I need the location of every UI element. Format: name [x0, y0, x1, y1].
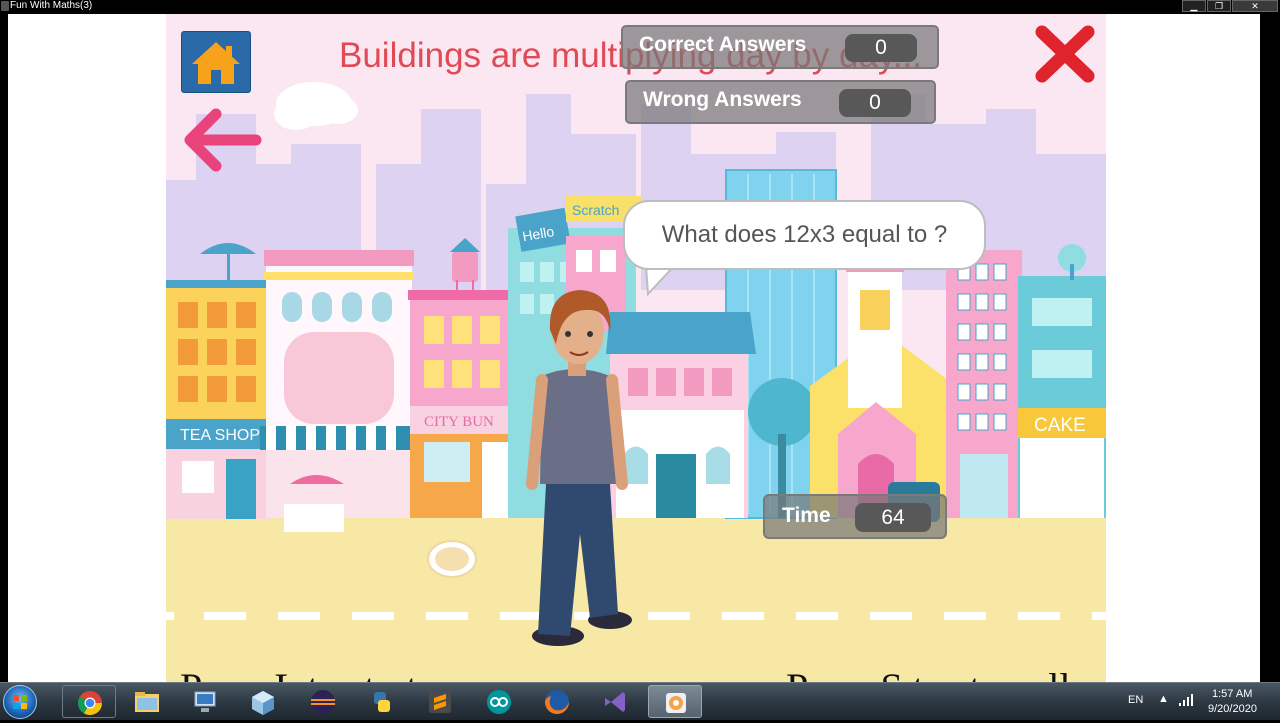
- eclipse-icon: [311, 690, 335, 714]
- start-button[interactable]: [3, 685, 37, 719]
- windows-logo-icon: [13, 695, 27, 709]
- taskbar-visual-studio[interactable]: [588, 685, 642, 718]
- back-arrow-icon: [184, 108, 262, 172]
- taskbar-network[interactable]: [178, 685, 232, 718]
- scratch-sign: Scratch: [572, 202, 619, 218]
- window-title: Fun With Maths(3): [10, 0, 93, 11]
- show-hidden-icons[interactable]: ▲: [1158, 693, 1169, 705]
- app-icon: [1, 1, 9, 11]
- signal-icon[interactable]: [1178, 693, 1194, 707]
- wrong-answers-label: Wrong Answers: [643, 88, 802, 111]
- start-instruction: Press L to start: [180, 664, 417, 682]
- question-text: What does 12x3 equal to ?: [661, 221, 948, 248]
- taskbar-python[interactable]: [355, 685, 409, 718]
- minimize-button[interactable]: ▁: [1182, 0, 1206, 12]
- wrong-answers-value: 0: [839, 89, 911, 117]
- taskbar-firefox[interactable]: [530, 685, 584, 718]
- taskbar: EN ▲ 1:57 AM 9/20/2020: [0, 682, 1280, 720]
- taskbar-eclipse[interactable]: [296, 685, 350, 718]
- taskbar-arduino[interactable]: [472, 685, 526, 718]
- city-bun-sign: CITY BUN: [424, 414, 494, 430]
- tea-shop-sign: TEA SHOP: [180, 427, 260, 444]
- question-speech-bubble: What does 12x3 equal to ?: [623, 200, 986, 270]
- time-value: 64: [855, 503, 931, 532]
- window-title-bar: Fun With Maths(3) ▁ ❐ ✕: [0, 0, 1280, 14]
- cake-sign: CAKE: [1034, 415, 1086, 436]
- firefox-icon: [545, 690, 569, 714]
- taskbar-scratch[interactable]: [648, 685, 702, 718]
- close-icon: [1035, 25, 1095, 83]
- network-computer-icon: [194, 691, 216, 712]
- clock-date[interactable]: 9/20/2020: [1208, 703, 1257, 715]
- correct-answers-panel: Correct Answers 0: [621, 25, 939, 69]
- 3d-box-icon: [252, 691, 274, 715]
- visual-studio-icon: [605, 692, 625, 712]
- taskbar-file-explorer[interactable]: [120, 685, 174, 718]
- taskbar-sublime[interactable]: [413, 685, 467, 718]
- correct-answers-label: Correct Answers: [639, 33, 807, 56]
- game-stage: TEA SHOP CITY BUN CAKE Hello Scratch Bui…: [166, 14, 1106, 682]
- back-button[interactable]: [182, 108, 262, 172]
- arduino-icon: [487, 690, 511, 714]
- timer-panel: Time 64: [763, 494, 947, 539]
- clock-time[interactable]: 1:57 AM: [1212, 688, 1252, 700]
- window-close-button[interactable]: ✕: [1232, 0, 1278, 12]
- home-icon: [192, 42, 240, 84]
- scratch-app-icon: [666, 693, 686, 713]
- home-button[interactable]: [181, 31, 251, 93]
- language-indicator[interactable]: EN: [1128, 694, 1143, 706]
- taskbar-3d-app[interactable]: [236, 685, 290, 718]
- wrong-answers-panel: Wrong Answers 0: [625, 80, 936, 124]
- sublime-text-icon: [429, 691, 451, 713]
- restore-button[interactable]: ❐: [1207, 0, 1231, 12]
- time-label: Time: [782, 504, 831, 527]
- close-game-button[interactable]: [1032, 22, 1098, 86]
- correct-answers-value: 0: [845, 34, 917, 62]
- python-icon: [374, 692, 390, 712]
- taskbar-chrome[interactable]: [62, 685, 116, 718]
- chrome-icon: [78, 691, 102, 716]
- file-explorer-icon: [135, 692, 159, 712]
- stop-instruction: Press S to stop all: [786, 664, 1070, 682]
